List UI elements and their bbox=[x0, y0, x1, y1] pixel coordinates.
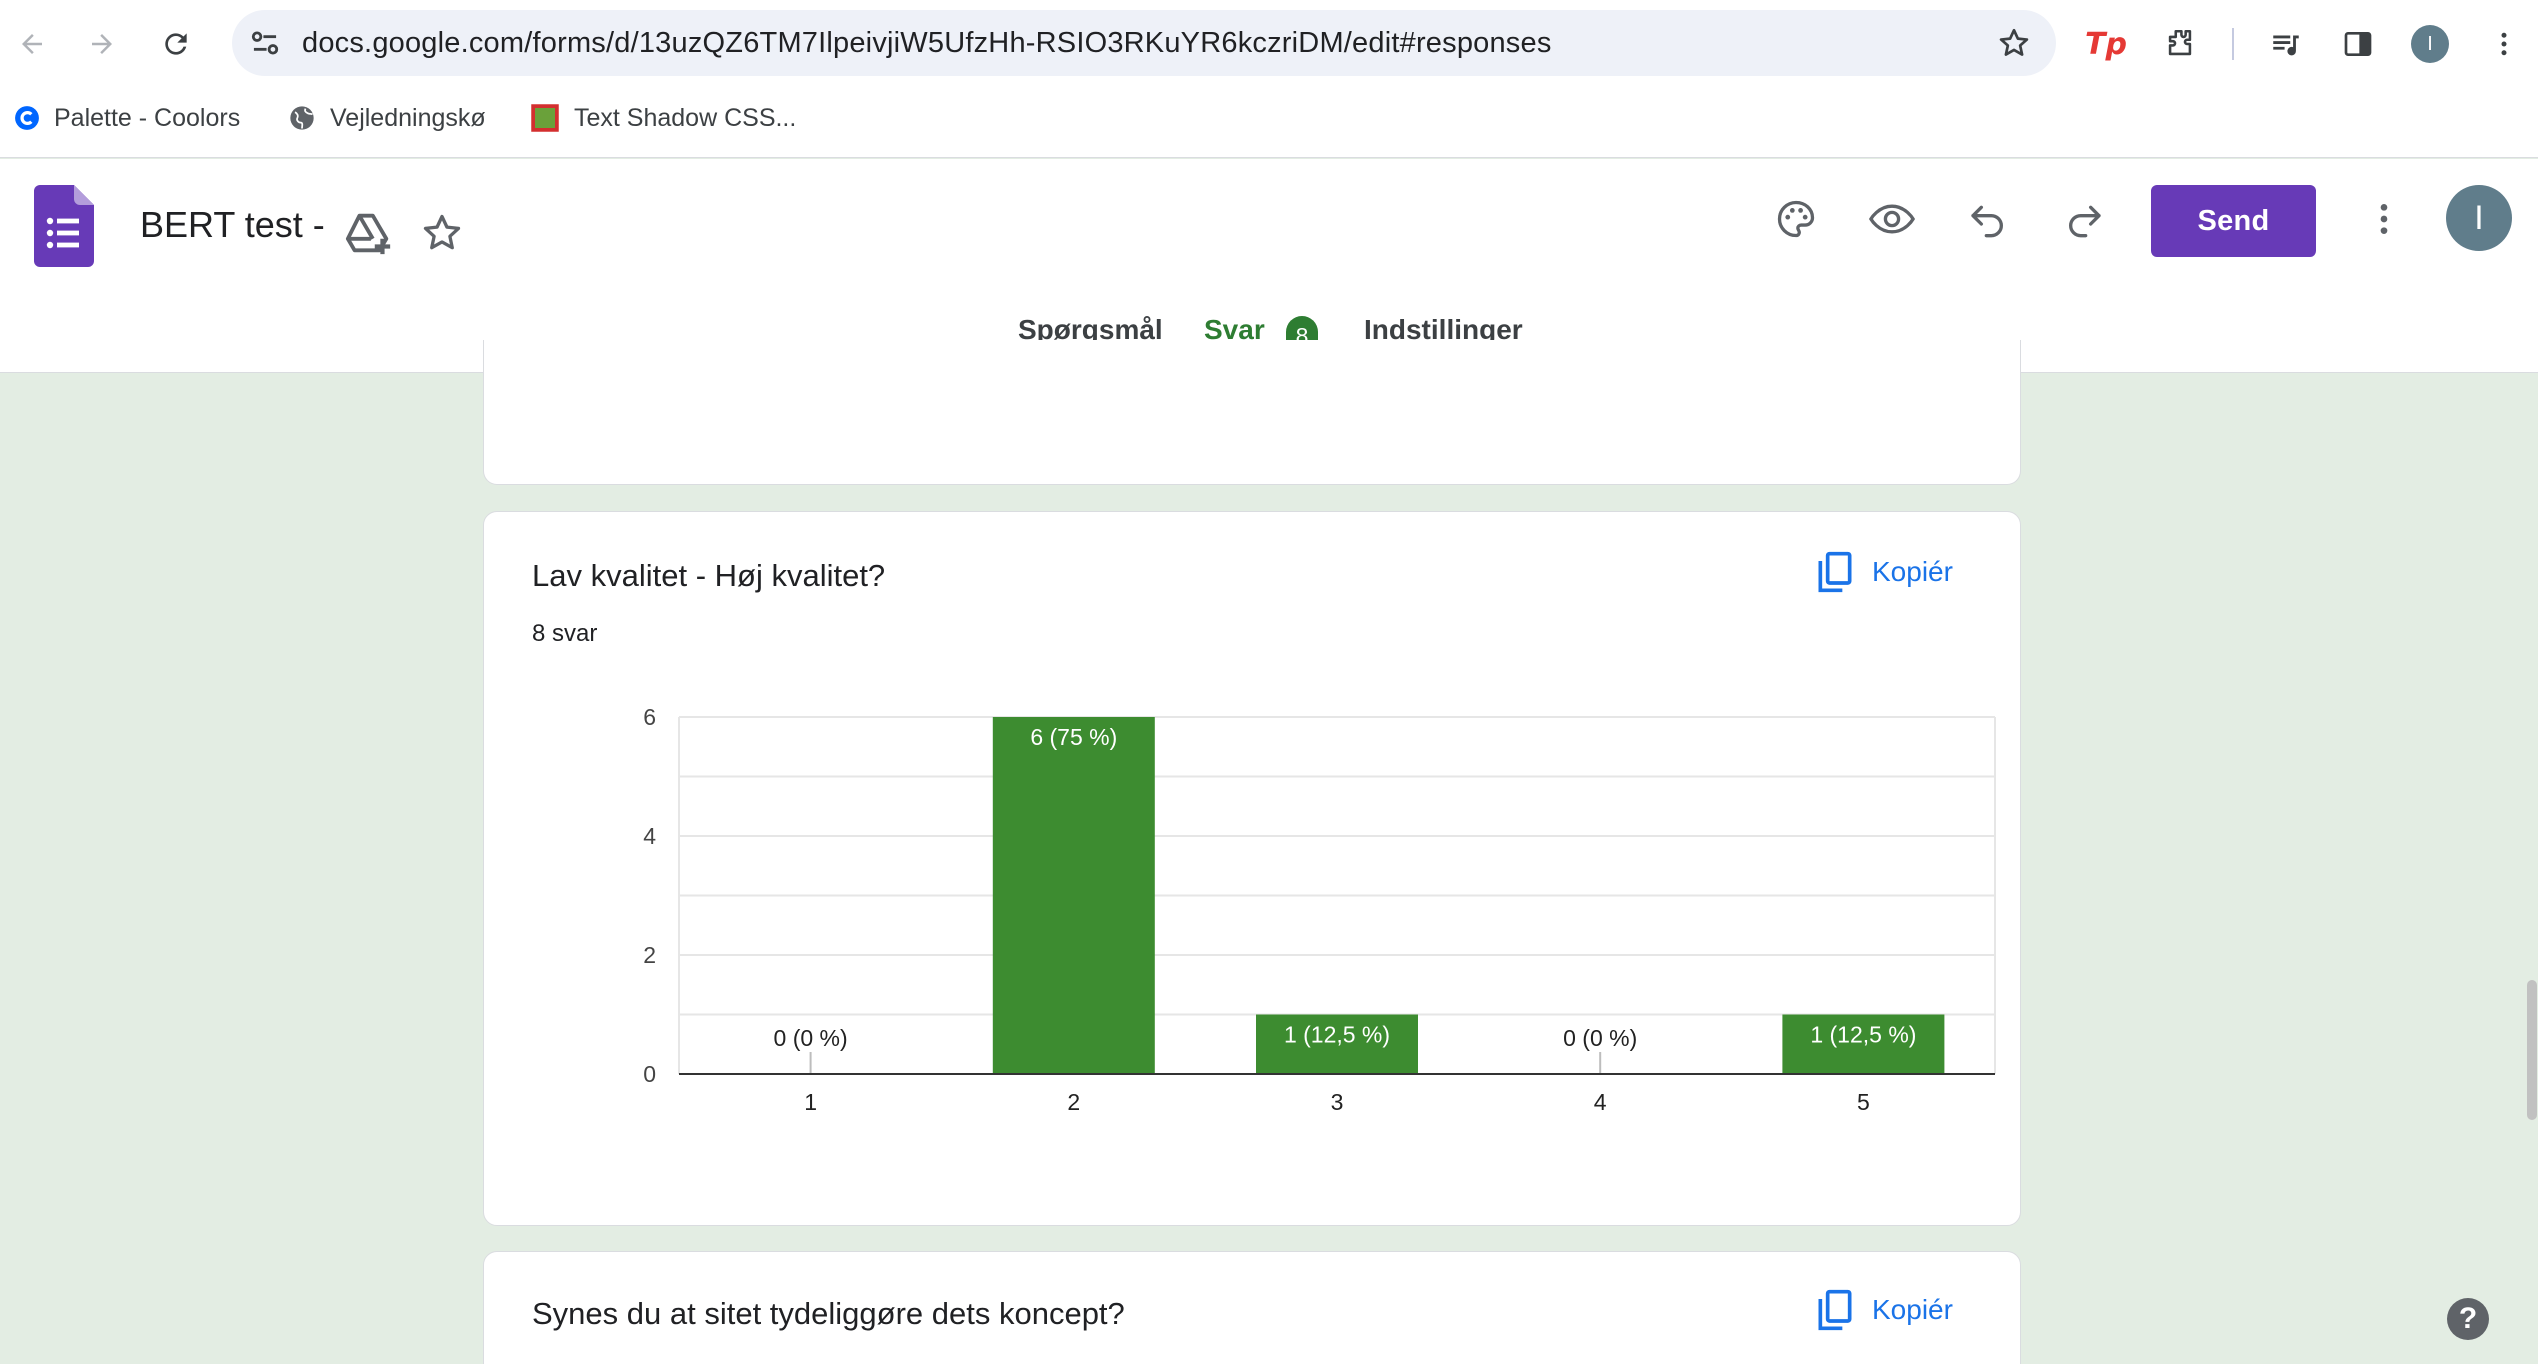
y-tick-label: 6 bbox=[643, 704, 656, 730]
profile-avatar: I bbox=[2411, 25, 2449, 63]
bookmark-text-shadow-css[interactable]: Text Shadow CSS... bbox=[530, 96, 796, 140]
extension-tp-button[interactable]: Tp bbox=[2084, 22, 2128, 66]
forward-button[interactable] bbox=[80, 22, 124, 66]
bookmarks-bar: Palette - Coolors Vejledningskø Text Sha… bbox=[0, 96, 2538, 140]
google-forms-logo-icon[interactable] bbox=[34, 185, 94, 267]
y-tick-label: 0 bbox=[643, 1061, 656, 1087]
bookmark-label: Vejledningskø bbox=[330, 103, 486, 132]
address-bar[interactable]: docs.google.com/forms/d/13uzQZ6TM7Ilpeiv… bbox=[232, 10, 2056, 76]
extensions-button[interactable] bbox=[2158, 22, 2202, 66]
side-panel-button[interactable] bbox=[2336, 22, 2380, 66]
bar-chart: 0 2 4 6 0 (0 %) 1 6 (75 %) 2 1 (12,5 %) 3 0 (0 %) 4… bbox=[643, 704, 1996, 1115]
x-tick-label: 3 bbox=[1331, 1089, 1344, 1115]
globe-icon bbox=[290, 106, 314, 130]
copy-icon bbox=[1818, 1289, 1852, 1331]
bookmark-star-icon[interactable] bbox=[1996, 25, 2032, 61]
previous-response-card bbox=[483, 340, 2021, 485]
data-label: 1 (12,5 %) bbox=[1810, 1022, 1916, 1048]
reload-icon bbox=[165, 33, 187, 55]
arrow-left-icon bbox=[22, 34, 42, 54]
question-title: Synes du at sitet tydeliggøre dets konce… bbox=[532, 1296, 1125, 1331]
preview-eye-icon[interactable] bbox=[1868, 197, 1916, 241]
data-label: 0 (0 %) bbox=[774, 1025, 848, 1051]
data-label: 0 (0 %) bbox=[1563, 1025, 1637, 1051]
palette-icon[interactable] bbox=[1774, 197, 1818, 241]
page-scrollbar[interactable] bbox=[2527, 980, 2537, 1120]
more-vert-icon bbox=[2501, 32, 2507, 56]
copy-label: Kopiér bbox=[1872, 1294, 1953, 1325]
y-tick-label: 4 bbox=[643, 823, 656, 849]
star-icon[interactable] bbox=[420, 211, 464, 255]
profile-button[interactable]: I bbox=[2408, 22, 2452, 66]
url-text[interactable]: docs.google.com/forms/d/13uzQZ6TM7Ilpeiv… bbox=[302, 27, 1552, 60]
copy-chart-button[interactable]: Kopiér bbox=[1816, 1288, 1953, 1332]
help-icon[interactable]: ? bbox=[2447, 1298, 2489, 1340]
x-tick-label: 2 bbox=[1067, 1089, 1080, 1115]
side-panel-icon bbox=[2344, 32, 2372, 56]
reload-button[interactable] bbox=[154, 22, 198, 66]
data-label: 6 (75 %) bbox=[1030, 724, 1117, 750]
data-label: 1 (12,5 %) bbox=[1284, 1022, 1390, 1048]
next-question-card: Synes du at sitet tydeliggøre dets konce… bbox=[483, 1251, 2021, 1364]
send-button[interactable]: Send bbox=[2151, 185, 2316, 257]
bookmark-label: Text Shadow CSS... bbox=[574, 103, 797, 132]
arrow-right-icon bbox=[92, 34, 112, 54]
bookmark-label: Palette - Coolors bbox=[54, 103, 241, 132]
move-to-drive-icon[interactable] bbox=[344, 209, 394, 257]
bar bbox=[992, 717, 1155, 1074]
site-settings-icon[interactable] bbox=[246, 24, 284, 62]
toolbar-divider bbox=[2232, 28, 2234, 60]
more-options-icon[interactable] bbox=[2364, 199, 2404, 239]
x-tick-label: 4 bbox=[1594, 1089, 1607, 1115]
media-controls-button[interactable] bbox=[2264, 22, 2308, 66]
redo-icon[interactable] bbox=[2064, 199, 2104, 239]
account-avatar[interactable]: I bbox=[2446, 185, 2512, 251]
y-tick-label: 2 bbox=[643, 942, 656, 968]
form-title[interactable]: BERT test - bbox=[140, 204, 325, 246]
square-favicon-icon bbox=[531, 104, 559, 132]
coolors-icon bbox=[15, 106, 39, 130]
browser-chrome: docs.google.com/forms/d/13uzQZ6TM7Ilpeiv… bbox=[0, 0, 2538, 158]
chrome-menu-button[interactable] bbox=[2482, 22, 2526, 66]
back-button[interactable] bbox=[10, 22, 54, 66]
question-summary-card: Lav kvalitet - Høj kvalitet? 8 svar Kopi… bbox=[483, 511, 2021, 1226]
bookmark-coolors[interactable]: Palette - Coolors bbox=[14, 96, 240, 140]
puzzle-icon bbox=[2168, 29, 2192, 56]
undo-icon[interactable] bbox=[1968, 199, 2008, 239]
x-tick-label: 5 bbox=[1857, 1089, 1870, 1115]
queue-music-icon bbox=[2273, 35, 2299, 56]
bookmark-vejledningsko[interactable]: Vejledningskø bbox=[288, 96, 486, 140]
tp-extension-icon: Tp bbox=[2085, 26, 2127, 62]
x-tick-label: 1 bbox=[804, 1089, 817, 1115]
